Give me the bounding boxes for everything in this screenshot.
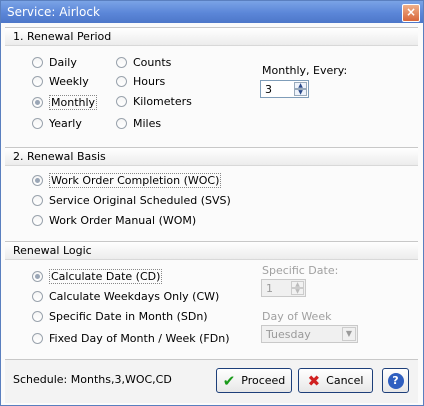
cancel-button[interactable]: ✖ Cancel [298,368,373,393]
day-of-week-label: Day of Week [262,310,332,323]
radio-icon [32,291,43,302]
schedule-text: Schedule: Months,3,WOC,CD [13,373,172,386]
chevron-down-icon: ▼ [342,327,356,341]
radio-weekly[interactable]: Weekly [32,75,89,88]
footer-bar: Schedule: Months,3,WOC,CD ✔ Proceed ✖ Ca… [5,359,418,403]
spin-down-icon[interactable]: ▼ [294,89,307,96]
spin-up-icon[interactable]: ▲ [294,82,307,89]
radio-monthly[interactable]: Monthly [32,95,98,110]
dialog-window: Service: Airlock × 1. Renewal Period Dai… [0,0,424,406]
radio-icon [32,76,43,87]
specific-date-stepper[interactable]: 1 ▲ ▼ [261,279,306,297]
renewal-basis-header: 2. Renewal Basis [5,147,418,166]
radio-icon [116,76,127,87]
spin-down-icon[interactable]: ▼ [291,288,304,295]
help-icon: ? [387,372,404,389]
renewal-period-header: 1. Renewal Period [5,27,418,46]
radio-yearly[interactable]: Yearly [32,117,82,130]
radio-icon [32,118,43,129]
radio-sdn[interactable]: Specific Date in Month (SDn) [32,310,208,323]
radio-icon [32,215,43,226]
monthly-every-stepper[interactable]: 3 ▲ ▼ [260,80,309,98]
radio-icon [32,311,43,322]
spin-up-icon[interactable]: ▲ [291,281,304,288]
check-icon: ✔ [222,371,236,390]
radio-daily[interactable]: Daily [32,56,77,69]
radio-icon [32,97,43,108]
radio-cw[interactable]: Calculate Weekdays Only (CW) [32,290,219,303]
radio-icon [32,57,43,68]
radio-icon [32,175,43,186]
radio-icon [32,195,43,206]
window-title: Service: Airlock [7,5,100,19]
radio-icon [116,118,127,129]
radio-cd[interactable]: Calculate Date (CD) [32,269,163,284]
renewal-basis-title: 2. Renewal Basis [13,150,106,163]
proceed-button[interactable]: ✔ Proceed [216,368,292,393]
radio-icon [116,96,127,107]
radio-wom[interactable]: Work Order Manual (WOM) [32,214,196,227]
radio-svs[interactable]: Service Original Scheduled (SVS) [32,194,231,207]
renewal-logic-title: Renewal Logic [13,244,92,257]
radio-miles[interactable]: Miles [116,117,161,130]
specific-date-label: Specific Date: [262,264,339,277]
x-icon: ✖ [307,371,321,390]
radio-icon [32,333,43,344]
renewal-period-title: 1. Renewal Period [13,30,112,43]
day-of-week-select[interactable]: Tuesday ▼ [261,325,358,343]
title-bar: Service: Airlock × [1,1,423,23]
radio-woc[interactable]: Work Order Completion (WOC) [32,173,222,188]
monthly-every-label: Monthly, Every: [262,64,348,77]
renewal-logic-header: Renewal Logic [5,241,418,260]
radio-hours[interactable]: Hours [116,75,165,88]
radio-kilometers[interactable]: Kilometers [116,95,192,108]
radio-icon [116,57,127,68]
radio-icon [32,271,43,282]
radio-fdn[interactable]: Fixed Day of Month / Week (FDn) [32,332,229,345]
close-icon[interactable]: × [402,4,420,22]
radio-counts[interactable]: Counts [116,56,171,69]
help-button[interactable]: ? [382,368,409,393]
